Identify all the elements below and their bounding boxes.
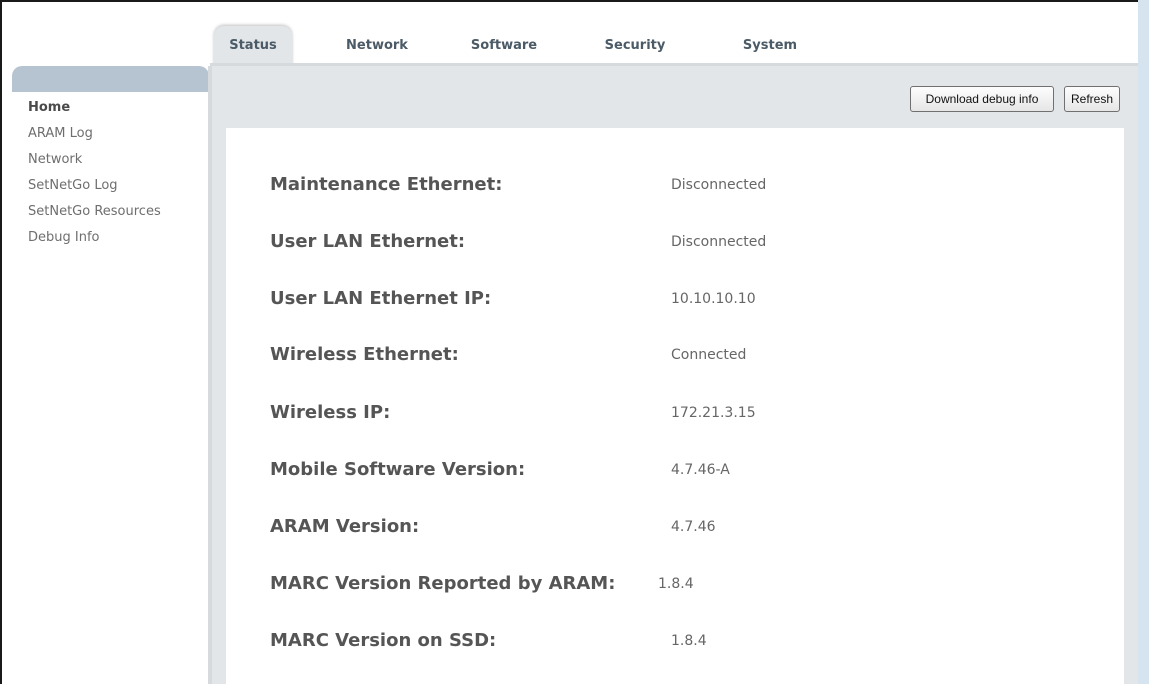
sidebar-item-setnetgo-log[interactable]: SetNetGo Log [28, 178, 118, 193]
sidebar-item-aram-log[interactable]: ARAM Log [28, 126, 93, 141]
status-label: Wireless Ethernet: [270, 344, 459, 365]
status-row-maintenance-ethernet: Maintenance Ethernet: Disconnected [270, 174, 1110, 204]
sidebar-item-network[interactable]: Network [28, 152, 82, 167]
status-row-aram-version: ARAM Version: 4.7.46 [270, 516, 1110, 546]
sidebar-item-setnetgo-resources[interactable]: SetNetGo Resources [28, 204, 161, 219]
sidebar-item-home[interactable]: Home [28, 100, 70, 115]
tab-label: Security [604, 38, 666, 53]
status-row-mobile-software-version: Mobile Software Version: 4.7.46-A [270, 459, 1110, 489]
status-value: 10.10.10.10 [671, 291, 756, 307]
status-label: User LAN Ethernet IP: [270, 288, 492, 309]
status-label: Wireless IP: [270, 402, 391, 423]
status-row-marc-version-on-ssd: MARC Version on SSD: 1.8.4 [270, 630, 1110, 660]
status-value: 1.8.4 [658, 576, 694, 592]
download-debug-info-button[interactable]: Download debug info [910, 86, 1054, 112]
tab-security[interactable]: Security [588, 26, 682, 66]
status-label: MARC Version Reported by ARAM: [270, 573, 616, 594]
status-row-user-lan-ethernet: User LAN Ethernet: Disconnected [270, 231, 1110, 261]
main-panel: Download debug info Refresh Maintenance … [212, 66, 1138, 684]
tab-label: Software [470, 38, 538, 53]
status-label: User LAN Ethernet: [270, 231, 466, 252]
sidebar: Home ARAM Log Network SetNetGo Log SetNe… [12, 66, 210, 684]
status-value: Disconnected [671, 234, 767, 250]
window-top-border [0, 0, 1138, 2]
tab-software[interactable]: Software [456, 26, 552, 66]
status-value: 1.8.4 [671, 633, 707, 649]
status-value: 4.7.46-A [671, 462, 730, 478]
refresh-button[interactable]: Refresh [1064, 86, 1120, 112]
status-label: ARAM Version: [270, 516, 420, 537]
tab-network[interactable]: Network [332, 26, 422, 66]
window-left-border [0, 0, 2, 684]
status-label: Mobile Software Version: [270, 459, 526, 480]
status-row-marc-version-reported-by-aram: MARC Version Reported by ARAM: 1.8.4 [270, 573, 1110, 603]
tab-system[interactable]: System [724, 26, 816, 66]
tab-label: Status [229, 38, 277, 53]
status-value: Connected [671, 347, 747, 363]
status-label: MARC Version on SSD: [270, 630, 497, 651]
tab-label: Network [346, 38, 408, 53]
top-tab-bar: Status Network Software Security System [210, 26, 1138, 68]
tab-label: System [742, 38, 798, 53]
status-row-wireless-ip: Wireless IP: 172.21.3.15 [270, 402, 1110, 432]
status-value: 172.21.3.15 [671, 405, 756, 421]
sidebar-header [12, 66, 209, 92]
status-row-user-lan-ethernet-ip: User LAN Ethernet IP: 10.10.10.10 [270, 288, 1110, 318]
status-row-wireless-ethernet: Wireless Ethernet: Connected [270, 344, 1110, 374]
window-right-strip [1138, 0, 1149, 684]
status-content: Maintenance Ethernet: Disconnected User … [226, 128, 1124, 684]
tab-status[interactable]: Status [214, 26, 292, 68]
status-value: 4.7.46 [671, 519, 716, 535]
sidebar-item-debug-info[interactable]: Debug Info [28, 230, 100, 245]
status-value: Disconnected [671, 177, 767, 193]
status-label: Maintenance Ethernet: [270, 174, 503, 195]
